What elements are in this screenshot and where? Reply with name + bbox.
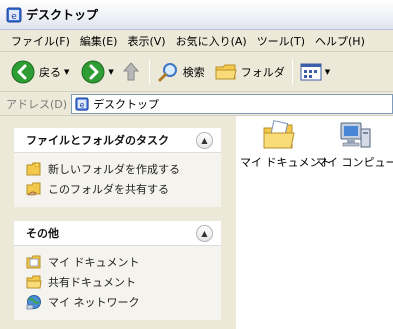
back-label: 戻る [39, 65, 61, 79]
address-label: アドレス(D) [6, 97, 68, 111]
back-button[interactable]: 戻る ▼ [8, 57, 72, 87]
back-dropdown-icon[interactable]: ▼ [64, 68, 69, 76]
my-computer-icon [340, 122, 371, 148]
svg-text:e: e [80, 100, 85, 109]
menu-view[interactable]: 表示(V) [122, 33, 170, 49]
task-label: このフォルダを共有する [48, 183, 169, 196]
window-title: デスクトップ [26, 8, 99, 22]
search-icon [158, 62, 177, 81]
views-icon [300, 63, 322, 80]
place-my-network[interactable]: マイ ネットワーク [26, 292, 209, 312]
new-folder-icon [26, 162, 41, 176]
menu-file[interactable]: ファイル(F) [6, 33, 75, 49]
forward-dropdown-icon[interactable]: ▼ [108, 68, 113, 76]
forward-arrow-icon [81, 60, 105, 83]
other-places-header[interactable]: その他 ▲ [14, 221, 221, 246]
desktop-item-label: マイ コンピュータ [316, 156, 393, 169]
collapse-chevron-icon[interactable]: ▲ [196, 224, 213, 242]
menu-tools[interactable]: ツール(T) [252, 33, 310, 49]
folders-label: フォルダ [240, 65, 285, 79]
other-places-box: その他 ▲ マイ ドキュメント 共有ドキュメント マイ ネットワーク [14, 221, 221, 320]
content-pane: マイ ドキュメント マイ コンピュータ [236, 116, 393, 329]
menu-help[interactable]: ヘルプ(H) [310, 33, 370, 49]
file-folder-tasks-title: ファイルとフォルダのタスク [26, 134, 169, 147]
desktop-icon: e [75, 96, 89, 111]
forward-button[interactable]: ▼ [78, 57, 116, 87]
place-label: 共有ドキュメント [48, 276, 136, 289]
search-button[interactable]: 検索 [154, 57, 208, 87]
up-button[interactable] [117, 57, 145, 87]
task-share-folder[interactable]: このフォルダを共有する [26, 179, 209, 199]
toolbar-separator [291, 58, 293, 85]
toolbar: 戻る ▼ ▼ 検索 フォルダ ▼ [0, 52, 393, 92]
desktop-item-my-documents[interactable]: マイ ドキュメント [240, 120, 332, 170]
task-new-folder[interactable]: 新しいフォルダを作成する [26, 159, 209, 179]
up-folder-icon [122, 61, 139, 80]
place-label: マイ ドキュメント [48, 256, 140, 269]
shared-folder-icon [26, 275, 42, 289]
views-button[interactable]: ▼ [297, 57, 333, 87]
task-pane: ファイルとフォルダのタスク ▲ 新しいフォルダを作成する このフォルダを共有する [0, 116, 236, 329]
task-label: 新しいフォルダを作成する [48, 163, 180, 176]
explorer-icon: e [6, 7, 22, 22]
address-value: デスクトップ [93, 97, 160, 111]
collapse-chevron-icon[interactable]: ▲ [196, 131, 213, 149]
folders-button[interactable]: フォルダ [212, 57, 288, 87]
place-shared-documents[interactable]: 共有ドキュメント [26, 272, 209, 292]
desktop-item-label: マイ ドキュメント [240, 156, 332, 169]
share-folder-icon [26, 182, 41, 196]
folder-icon [215, 64, 237, 79]
menu-bar: ファイル(F) 編集(E) 表示(V) お気に入り(A) ツール(T) ヘルプ(… [0, 30, 393, 52]
documents-folder-icon [26, 255, 41, 269]
file-folder-tasks-header[interactable]: ファイルとフォルダのタスク ▲ [14, 128, 221, 153]
file-folder-tasks-box: ファイルとフォルダのタスク ▲ 新しいフォルダを作成する このフォルダを共有する [14, 128, 221, 207]
views-dropdown-icon[interactable]: ▼ [325, 68, 330, 76]
address-input[interactable]: e デスクトップ [71, 93, 393, 114]
desktop-item-my-computer[interactable]: マイ コンピュータ [316, 120, 393, 170]
address-bar: アドレス(D) e デスクトップ [0, 92, 393, 116]
place-my-documents[interactable]: マイ ドキュメント [26, 252, 209, 272]
place-label: マイ ネットワーク [48, 296, 140, 309]
menu-favorites[interactable]: お気に入り(A) [171, 33, 252, 49]
menu-edit[interactable]: 編集(E) [75, 33, 123, 49]
network-globe-icon [26, 295, 41, 310]
back-arrow-icon [11, 60, 35, 83]
toolbar-separator [148, 58, 150, 85]
other-places-title: その他 [26, 227, 59, 240]
my-documents-icon [263, 120, 295, 149]
search-label: 検索 [182, 65, 205, 79]
title-bar: e デスクトップ [0, 0, 393, 30]
svg-text:e: e [11, 12, 17, 22]
